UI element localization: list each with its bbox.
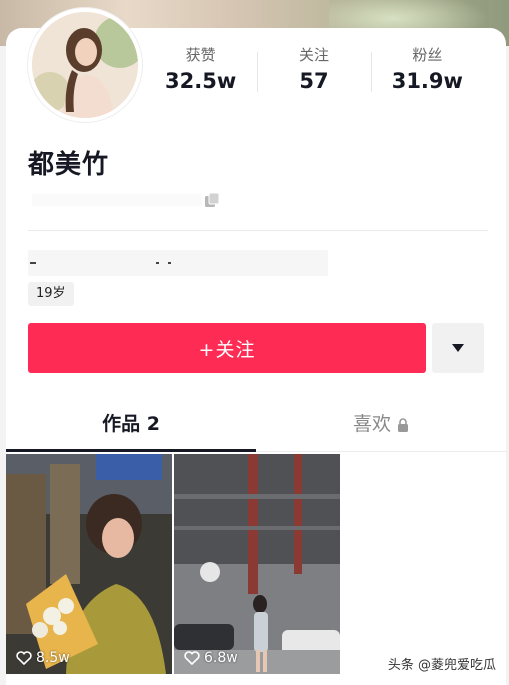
source-watermark: 头条 @菱兜爱吃瓜 — [387, 658, 496, 673]
stat-likes[interactable]: 获赞 32.5w — [144, 44, 257, 100]
stat-followers-label: 粉丝 — [412, 46, 443, 64]
age-tag: 19岁 — [28, 282, 74, 306]
user-id-redacted — [32, 194, 202, 206]
stats-bar: 获赞 32.5w 关注 57 粉丝 31.9w — [144, 44, 484, 100]
video-likes-count: 6.8w — [204, 650, 238, 666]
stat-likes-value: 32.5w — [165, 69, 237, 93]
lock-icon — [398, 417, 408, 432]
tab-likes-label: 喜欢 — [352, 413, 391, 435]
follow-button[interactable]: +关注 — [28, 323, 426, 373]
video-thumbnail[interactable]: 8.5w — [6, 454, 172, 674]
stat-following-value: 57 — [299, 69, 329, 93]
video-grid: 8.5w 6.8w — [6, 454, 506, 685]
video-likes: 6.8w — [184, 650, 238, 666]
avatar[interactable] — [28, 8, 142, 122]
bio-redacted — [28, 250, 328, 276]
stat-followers-value: 31.9w — [391, 69, 463, 93]
video-cover-image — [6, 454, 172, 674]
more-options-button[interactable] — [432, 323, 484, 373]
video-thumbnail[interactable]: 6.8w — [174, 454, 340, 674]
divider — [28, 230, 488, 231]
heart-icon — [16, 651, 32, 665]
stat-followers[interactable]: 粉丝 31.9w — [370, 44, 484, 100]
stat-following[interactable]: 关注 57 — [257, 44, 370, 100]
tab-works[interactable]: 作品 2 — [6, 400, 256, 452]
profile-card: 获赞 32.5w 关注 57 粉丝 31.9w 都美竹 19岁 +关注 作品 2… — [6, 8, 506, 685]
user-id-row — [28, 188, 228, 212]
tab-works-label: 作品 2 — [102, 413, 160, 435]
tab-active-indicator — [6, 449, 256, 452]
content-tabs: 作品 2 喜欢 — [6, 400, 506, 452]
stat-following-label: 关注 — [298, 46, 329, 64]
caret-down-icon — [452, 344, 464, 352]
profile-page: 获赞 32.5w 关注 57 粉丝 31.9w 都美竹 19岁 +关注 作品 2… — [0, 0, 509, 685]
avatar-image — [32, 12, 138, 118]
video-likes: 8.5w — [16, 650, 70, 666]
profile-name: 都美竹 — [28, 150, 110, 180]
stat-likes-label: 获赞 — [185, 46, 216, 64]
video-likes-count: 8.5w — [36, 650, 70, 666]
video-cover-image — [174, 454, 340, 674]
heart-icon — [184, 651, 200, 665]
tab-likes[interactable]: 喜欢 — [256, 400, 506, 450]
copy-icon[interactable] — [204, 192, 220, 208]
